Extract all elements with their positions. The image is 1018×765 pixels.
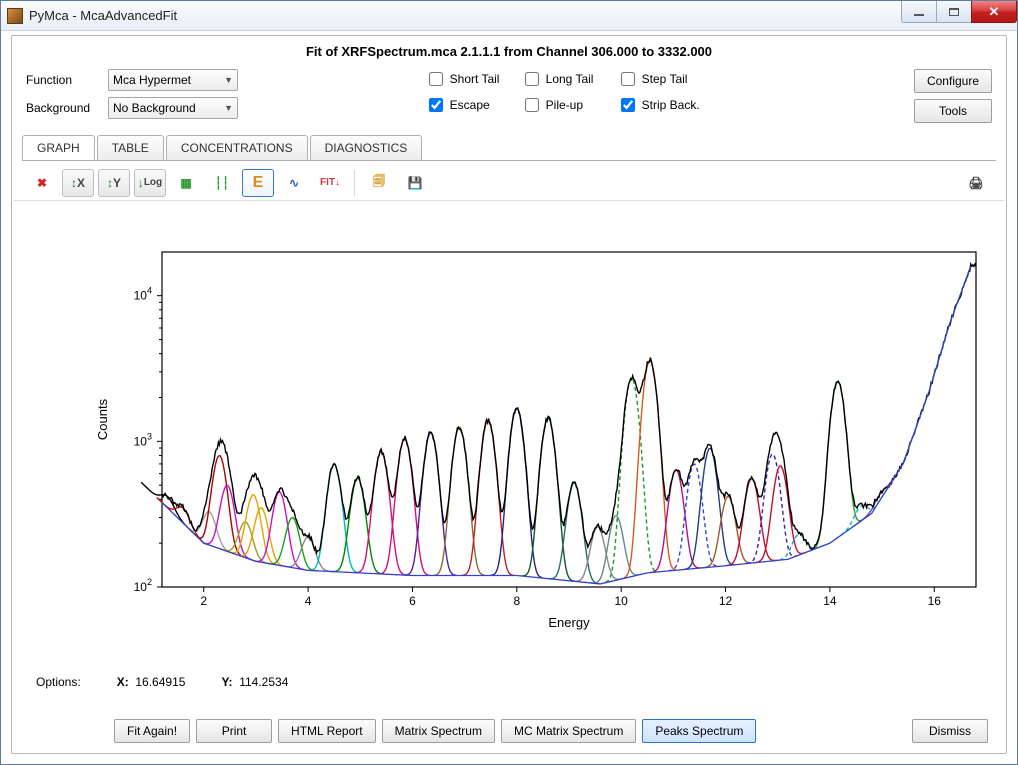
plot-area[interactable]: 2 4 6 8 10 12 14 16 102 103 104 Energy Counts [22,242,996,635]
svg-text:Counts: Counts [95,398,110,440]
autoscale-x-button[interactable]: ↕X [62,169,94,197]
svg-text:12: 12 [719,594,733,608]
tab-graph[interactable]: GRAPH [22,135,95,160]
svg-text:4: 4 [305,594,312,608]
svg-text:14: 14 [823,594,837,608]
grid-icon[interactable]: ▦ [170,169,202,197]
graph-toolbar: ✖ ↕X ↕Y ↓Log ▦ ┆┆ E ∿ FIT↓ 🗐 💾 🖨 [14,161,1004,201]
matrix-spectrum-button[interactable]: Matrix Spectrum [382,719,495,743]
svg-text:6: 6 [409,594,416,608]
print-button[interactable]: Print [196,719,272,743]
svg-text:16: 16 [928,594,942,608]
fit-options: Short Tail Long Tail Step Tail Escape Pi… [345,69,709,115]
fit-display-icon[interactable]: FIT↓ [314,169,346,197]
tab-table[interactable]: TABLE [97,135,164,160]
fit-title: Fit of XRFSpectrum.mca 2.1.1.1 from Chan… [12,36,1006,69]
svg-text:102: 102 [134,577,152,594]
delete-icon[interactable]: ✖ [26,169,58,197]
mc-matrix-spectrum-button[interactable]: MC Matrix Spectrum [501,719,636,743]
dismiss-button[interactable]: Dismiss [912,719,988,743]
tab-bar: GRAPH TABLE CONCENTRATIONS DIAGNOSTICS [12,129,1006,160]
configure-button[interactable]: Configure [914,69,992,93]
svg-text:8: 8 [513,594,520,608]
print-icon[interactable]: 🖨 [960,169,992,197]
titlebar: PyMca - McaAdvancedFit ✕ [1,1,1017,31]
svg-text:104: 104 [134,286,152,303]
peaks-spectrum-button[interactable]: Peaks Spectrum [642,719,756,743]
save-icon[interactable]: 💾 [399,169,431,197]
step-tail-check[interactable]: Step Tail [617,69,709,89]
short-tail-check[interactable]: Short Tail [425,69,517,89]
maximize-button[interactable] [936,1,972,23]
svg-text:103: 103 [134,431,152,448]
background-label: Background [26,101,108,115]
app-window: PyMca - McaAdvancedFit ✕ Fit of XRFSpect… [0,0,1018,765]
function-label: Function [26,73,108,87]
energy-axis-button[interactable]: E [242,169,274,197]
window-title: PyMca - McaAdvancedFit [29,8,177,23]
pileup-check[interactable]: Pile-up [521,95,613,115]
autoscale-y-button[interactable]: ↕Y [98,169,130,197]
svg-text:Energy: Energy [548,615,590,630]
status-bar: Options: X: 16.64915 Y: 114.2534 [36,675,288,689]
svg-text:2: 2 [200,594,207,608]
tab-concentrations[interactable]: CONCENTRATIONS [166,135,308,160]
copy-icon[interactable]: 🗐 [363,169,395,197]
html-report-button[interactable]: HTML Report [278,719,376,743]
action-buttons: Fit Again! Print HTML Report Matrix Spec… [12,719,1006,743]
subtract-bg-icon[interactable]: ∿ [278,169,310,197]
svg-text:10: 10 [614,594,628,608]
main-panel: Fit of XRFSpectrum.mca 2.1.1.1 from Chan… [11,35,1007,754]
tools-button[interactable]: Tools [914,99,992,123]
app-icon [7,8,23,24]
window-controls: ✕ [902,1,1017,23]
tab-diagnostics[interactable]: DIAGNOSTICS [310,135,423,160]
peak-markers-icon[interactable]: ┆┆ [206,169,238,197]
spectrum-plot[interactable]: 2 4 6 8 10 12 14 16 102 103 104 Energy Counts [22,242,996,635]
fit-again-button[interactable]: Fit Again! [114,719,190,743]
background-combo[interactable]: No Background [108,97,238,119]
strip-back-check[interactable]: Strip Back. [617,95,709,115]
minimize-button[interactable] [901,1,937,23]
escape-check[interactable]: Escape [425,95,517,115]
function-combo[interactable]: Mca Hypermet [108,69,238,91]
long-tail-check[interactable]: Long Tail [521,69,613,89]
log-scale-button[interactable]: ↓Log [134,169,166,197]
close-button[interactable]: ✕ [971,1,1017,23]
top-controls: Function Mca Hypermet Background No Back… [12,69,1006,129]
